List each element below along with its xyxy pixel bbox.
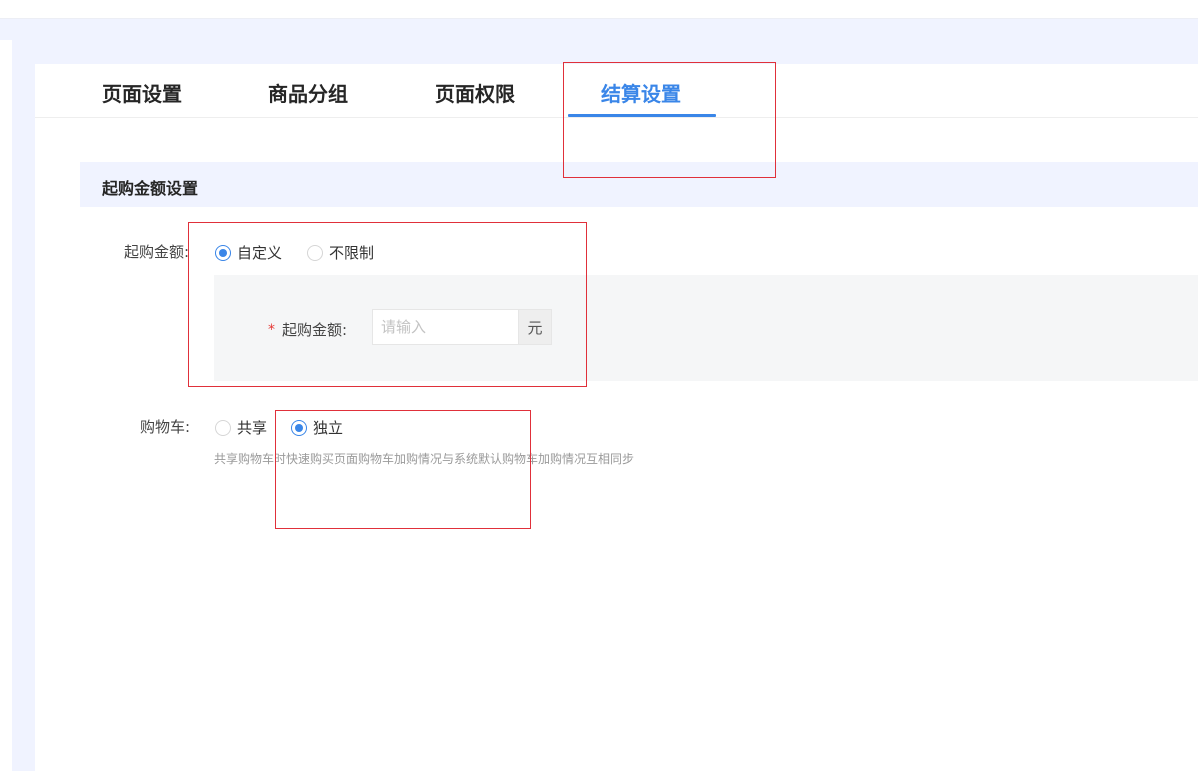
radio-unlimited-dot[interactable] xyxy=(307,244,323,261)
min-amount-label: 起购金额: xyxy=(124,243,190,261)
required-mark: * xyxy=(268,322,275,338)
unit-addon: 元 xyxy=(518,309,552,345)
amount-input-group: 元 xyxy=(372,309,552,345)
tab-checkout-settings[interactable]: 结算设置 xyxy=(601,78,681,107)
custom-amount-panel xyxy=(214,275,1198,381)
radio-independent-label: 独立 xyxy=(313,419,344,437)
radio-shared-label: 共享 xyxy=(237,419,268,437)
tab-bar: 页面设置 商品分组 页面权限 结算设置 xyxy=(35,64,1198,118)
section-header: 起购金额设置 xyxy=(80,162,1198,207)
radio-shared[interactable]: 共享 xyxy=(215,417,267,438)
radio-unlimited-label: 不限制 xyxy=(329,244,375,262)
top-bar xyxy=(0,0,1198,19)
cart-help-text: 共享购物车时快速购买页面购物车加购情况与系统默认购物车加购情况互相同步 xyxy=(214,452,635,466)
radio-unlimited[interactable]: 不限制 xyxy=(307,242,374,263)
left-rail xyxy=(0,40,12,771)
radio-custom-label: 自定义 xyxy=(237,244,283,262)
tab-product-groups[interactable]: 商品分组 xyxy=(268,78,348,107)
amount-field-label: 起购金额: xyxy=(282,321,348,339)
radio-shared-dot[interactable] xyxy=(215,419,231,436)
page: 页面设置 商品分组 页面权限 结算设置 起购金额设置 起购金额: 自定义 不限制… xyxy=(0,0,1198,771)
radio-independent-dot[interactable] xyxy=(291,419,307,436)
radio-custom[interactable]: 自定义 xyxy=(215,242,282,263)
section-title: 起购金额设置 xyxy=(102,179,199,198)
radio-independent[interactable]: 独立 xyxy=(291,417,343,438)
cart-label: 购物车: xyxy=(140,418,191,436)
tab-page-settings[interactable]: 页面设置 xyxy=(102,78,182,107)
active-tab-indicator xyxy=(568,114,716,117)
tab-page-permissions[interactable]: 页面权限 xyxy=(435,78,515,107)
amount-input[interactable] xyxy=(372,309,518,345)
radio-custom-dot[interactable] xyxy=(215,244,231,261)
